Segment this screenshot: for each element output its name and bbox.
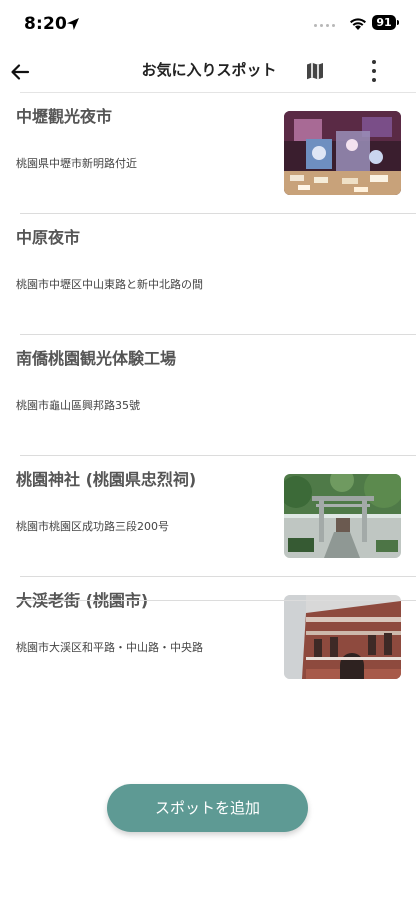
add-spot-button[interactable]: スポットを追加: [107, 784, 308, 832]
spot-name: 中原夜市: [16, 228, 81, 247]
map-icon[interactable]: [304, 60, 326, 82]
list-item[interactable]: 南僑桃園観光体験工場 桃園市龜山區興邦路35號: [16, 334, 416, 455]
more-menu-icon[interactable]: [362, 58, 386, 84]
spot-name: 中壢觀光夜市: [16, 107, 113, 126]
spot-address: 桃園市桃園区成功路三段200号: [16, 520, 169, 533]
list-item[interactable]: 中原夜市 桃園市中壢区中山東路と新中北路の間: [16, 213, 416, 334]
spot-list: 中壢觀光夜市 桃園県中壢市新明路付近 中原夜市 桃園市中壢区中山東路と新中北路の…: [0, 92, 416, 697]
signal-dots-icon: [314, 24, 335, 27]
spot-address: 桃園市龜山區興邦路35號: [16, 399, 140, 412]
spot-address: 桃園県中壢市新明路付近: [16, 157, 137, 170]
list-item[interactable]: 中壢觀光夜市 桃園県中壢市新明路付近: [16, 92, 416, 213]
page-title: お気に入りスポット: [141, 61, 277, 79]
battery-indicator: 91: [372, 15, 396, 30]
wifi-icon: [350, 18, 366, 30]
old-street-building-photo: [284, 595, 401, 679]
status-time: 8:20: [24, 14, 68, 34]
battery-tip: [397, 20, 399, 25]
location-arrow-icon: [67, 18, 79, 30]
spot-address: 桃園市大渓区和平路・中山路・中央路: [16, 641, 203, 654]
spot-name: 南僑桃園観光体験工場: [16, 349, 177, 368]
favorite-spots-screen: 8:20 91 お気に入りスポット 中壢觀光夜市 桃園県中壢市新明路付近 中原夜…: [0, 0, 416, 900]
night-market-photo: [284, 111, 401, 195]
shrine-gate-photo: [284, 474, 401, 558]
list-item[interactable]: 桃園神社 (桃園県忠烈祠) 桃園市桃園区成功路三段200号: [16, 455, 416, 576]
app-bar: お気に入りスポット: [0, 50, 416, 92]
back-arrow-icon[interactable]: [8, 60, 32, 84]
list-item[interactable]: 大渓老街 (桃園市) 桃園市大渓区和平路・中山路・中央路: [16, 576, 416, 697]
list-end-divider: [20, 600, 416, 601]
status-bar: 8:20 91: [0, 0, 416, 50]
spot-name: 大渓老街 (桃園市): [16, 591, 149, 610]
spot-name: 桃園神社 (桃園県忠烈祠): [16, 470, 197, 489]
spot-address: 桃園市中壢区中山東路と新中北路の間: [16, 278, 203, 291]
